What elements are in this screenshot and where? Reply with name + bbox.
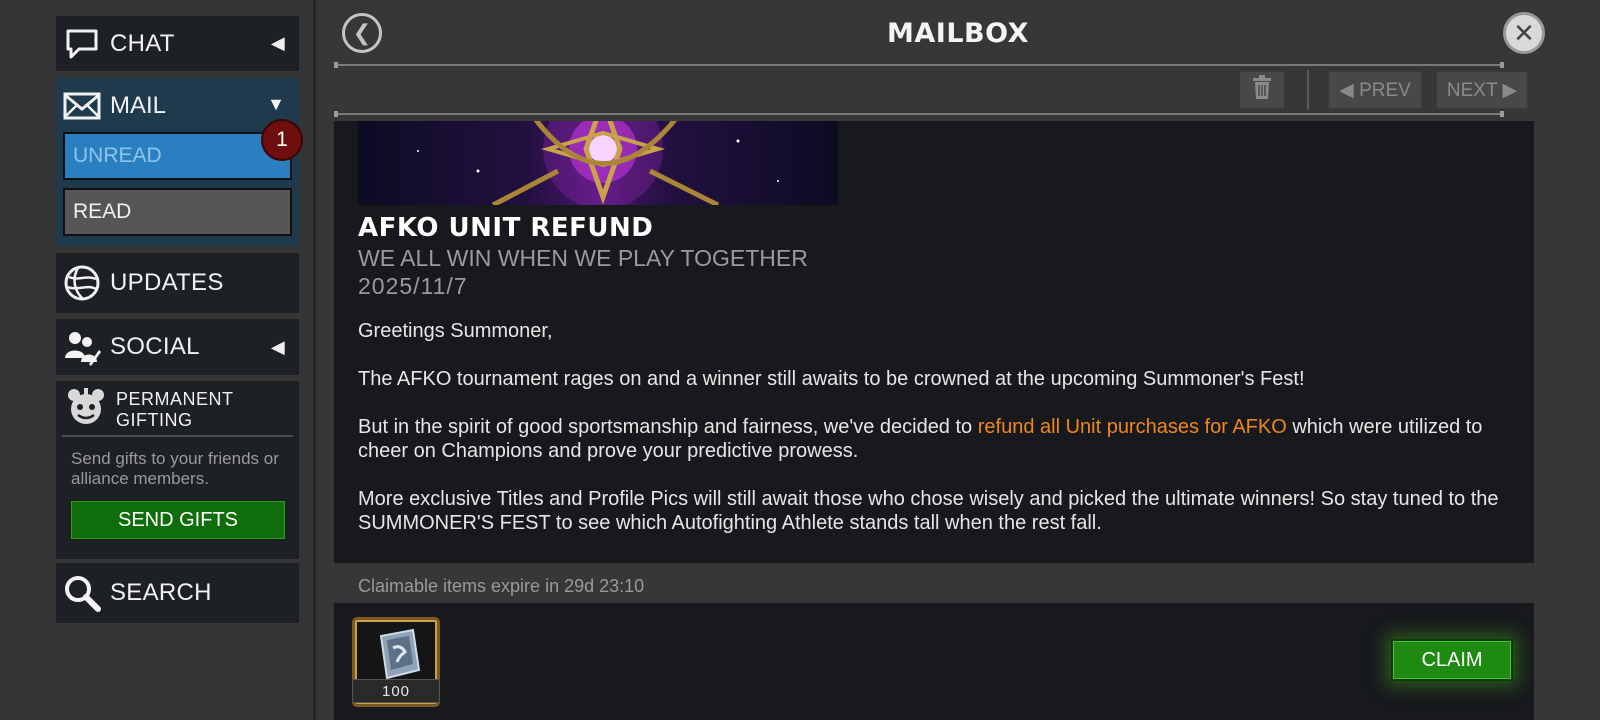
caret-down-icon: ▼	[267, 94, 285, 114]
divider	[334, 111, 1504, 117]
send-gifts-button[interactable]: SEND GIFTS	[69, 499, 287, 541]
sidebar-item-social[interactable]: SOCIAL ◀	[56, 319, 299, 375]
toolbar-separator	[1307, 70, 1309, 110]
message-paragraph: But in the spirit of good sportsmanship …	[358, 415, 1508, 463]
close-icon: ✕	[1513, 17, 1535, 48]
gifting-description: Send gifts to your friends or alliance m…	[71, 449, 279, 488]
people-icon	[62, 327, 102, 367]
envelope-icon	[62, 86, 102, 126]
message-body: AFKO UNIT REFUND WE ALL WIN WHEN WE PLAY…	[334, 121, 1534, 563]
page-title: MAILBOX	[887, 18, 1029, 49]
divider	[62, 435, 293, 437]
message-subtitle: WE ALL WIN WHEN WE PLAY TOGETHER	[358, 245, 808, 271]
sidebar-item-label: SEARCH	[110, 579, 212, 606]
delete-button[interactable]	[1239, 71, 1285, 109]
message-title: AFKO UNIT REFUND	[358, 213, 654, 243]
mailbox-main: ❮ MAILBOX ✕ ◀ PREV NEXT ▶ AFKO UNIT REFU…	[316, 0, 1600, 720]
sidebar-item-label: CHAT	[110, 29, 175, 57]
claim-button[interactable]: CLAIM	[1391, 639, 1513, 681]
sidebar-item-chat[interactable]: CHAT ◀	[56, 16, 299, 71]
message-paragraph: The AFKO tournament rages on and a winne…	[358, 368, 1305, 390]
globe-icon	[62, 263, 102, 303]
sidebar-item-label: MAIL	[110, 91, 167, 119]
gifting-title: PERMANENT GIFTING	[116, 389, 234, 430]
tab-read[interactable]: READ	[63, 188, 292, 236]
reward-bar: 100 CLAIM	[334, 603, 1534, 720]
gift-mascot-icon	[66, 387, 106, 427]
reward-count: 100	[352, 679, 440, 703]
sidebar-item-label: UPDATES	[110, 269, 224, 296]
unread-count-badge: 1	[261, 119, 303, 161]
permanent-gifting-panel: PERMANENT GIFTING Send gifts to your fri…	[56, 381, 299, 559]
divider	[334, 62, 1504, 68]
sidebar-item-search[interactable]: SEARCH	[56, 563, 299, 623]
sidebar-item-updates[interactable]: UPDATES	[56, 253, 299, 313]
tab-unread[interactable]: UNREAD	[63, 132, 292, 180]
mail-group: MAIL ▼ UNREAD READ	[56, 78, 299, 246]
chat-bubble-icon	[62, 24, 102, 64]
sidebar: CHAT ◀ MAIL ▼ UNREAD READ 1 UPDATES SOCI…	[0, 0, 316, 720]
message-banner-image	[358, 121, 838, 205]
message-text: But in the spirit of good sportsmanship …	[358, 416, 978, 438]
trash-icon	[1252, 75, 1272, 105]
sidebar-item-mail[interactable]: MAIL ▼	[56, 78, 299, 133]
message-paragraph: More exclusive Titles and Profile Pics w…	[358, 488, 1499, 534]
search-icon	[62, 573, 102, 613]
prev-button[interactable]: ◀ PREV	[1328, 71, 1422, 109]
caret-left-icon: ◀	[270, 33, 285, 53]
expire-notice: Claimable items expire in 29d 23:10	[358, 576, 645, 596]
highlighted-text: refund all Unit purchases for AFKO	[977, 416, 1287, 438]
message-date: 2025/11/7	[358, 273, 468, 299]
next-button[interactable]: NEXT ▶	[1436, 71, 1528, 109]
caret-left-icon: ◀	[270, 336, 285, 357]
close-button[interactable]: ✕	[1503, 12, 1545, 54]
message-greeting: Greetings Summoner,	[358, 320, 553, 342]
sidebar-item-label: SOCIAL	[110, 333, 200, 360]
